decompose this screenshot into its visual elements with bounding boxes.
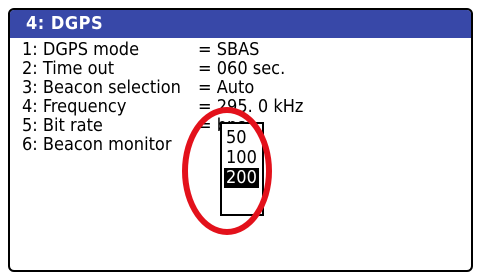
setting-value: = SBAS bbox=[198, 39, 260, 60]
setting-value: = 295. 0 kHz bbox=[198, 96, 304, 117]
setting-label: 5: Bit rate bbox=[22, 115, 103, 136]
setting-label: 2: Time out bbox=[22, 58, 115, 79]
bit-rate-option-50[interactable]: 50 bbox=[222, 128, 262, 148]
setting-value: = 060 sec. bbox=[198, 58, 286, 79]
setting-dgps-mode[interactable]: 1: DGPS mode = SBAS bbox=[22, 40, 463, 59]
bit-rate-dropdown[interactable]: 50 100 200 bbox=[220, 122, 264, 216]
setting-value: = Auto bbox=[198, 77, 255, 98]
setting-label: 4: Frequency bbox=[22, 96, 127, 117]
screen-title: 4: DGPS bbox=[10, 10, 471, 38]
setting-beacon-selection[interactable]: 3: Beacon selection = Auto bbox=[22, 78, 463, 97]
bit-rate-option-100[interactable]: 100 bbox=[222, 148, 262, 168]
setting-label: 6: Beacon monitor bbox=[22, 134, 172, 155]
bit-rate-option-200-selected[interactable]: 200 bbox=[224, 168, 259, 188]
setting-label: 1: DGPS mode bbox=[22, 39, 140, 60]
dgps-settings-panel: 4: DGPS 1: DGPS mode = SBAS 2: Time out … bbox=[8, 8, 473, 272]
setting-time-out[interactable]: 2: Time out = 060 sec. bbox=[22, 59, 463, 78]
setting-frequency[interactable]: 4: Frequency = 295. 0 kHz bbox=[22, 97, 463, 116]
setting-label: 3: Beacon selection bbox=[22, 77, 181, 98]
